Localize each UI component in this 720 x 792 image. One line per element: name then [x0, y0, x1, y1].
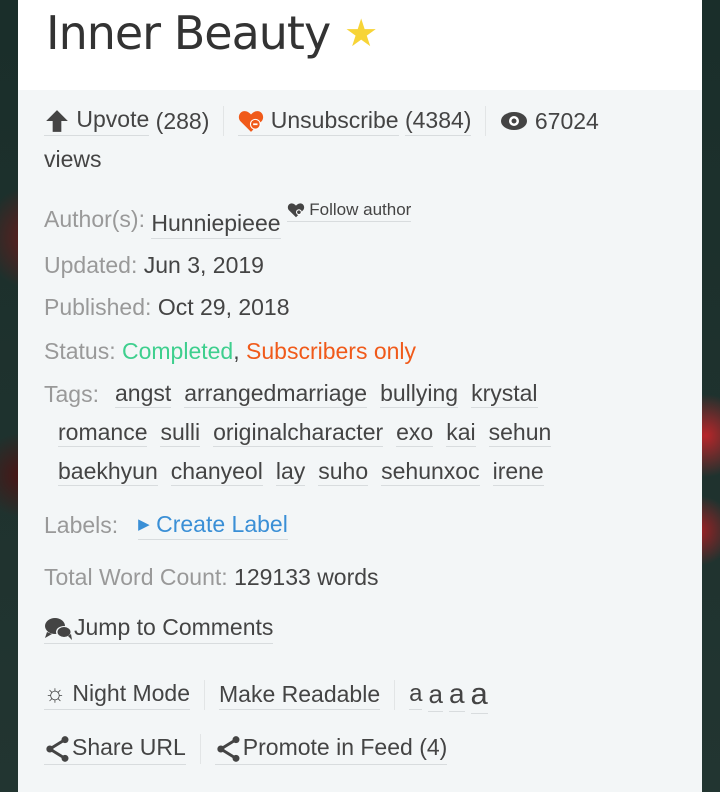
author-label: Author(s):	[44, 206, 145, 232]
title-text: Inner Beauty	[46, 6, 331, 60]
tag[interactable]: sehunxoc	[381, 458, 480, 486]
published-date: Oct 29, 2018	[157, 294, 290, 320]
upvote-count: (288)	[155, 107, 210, 134]
font-size-3[interactable]: a	[448, 678, 465, 712]
tag[interactable]: sehun	[488, 419, 552, 447]
subscriber-count[interactable]: (4384)	[404, 107, 472, 136]
share-icon	[46, 736, 69, 762]
comments-icon	[45, 617, 72, 640]
published-label: Published:	[44, 294, 152, 320]
promote-in-feed-button[interactable]: Promote in Feed (4)	[214, 734, 448, 765]
tag[interactable]: angst	[114, 380, 172, 408]
views-label: views	[44, 146, 102, 172]
author-link[interactable]: Hunniepieee	[151, 210, 281, 239]
follow-author-button[interactable]: Follow author	[286, 200, 412, 222]
share-url-button[interactable]: Share URL	[44, 734, 186, 765]
tags-row-1: Tags: angst arrangedmarriage bullying kryst…	[44, 380, 551, 408]
arrow-up-icon	[46, 110, 68, 132]
tags-label: Tags:	[44, 380, 99, 407]
sun-icon: ☼	[44, 680, 66, 707]
tag[interactable]: kai	[446, 419, 476, 447]
font-size-2[interactable]: a	[428, 679, 443, 712]
caret-right-icon: ▶	[138, 516, 150, 533]
word-count-label: Total Word Count:	[44, 564, 228, 590]
tag[interactable]: krystal	[471, 380, 538, 408]
tag[interactable]: baekhyun	[58, 458, 158, 486]
font-size-4[interactable]: a	[470, 676, 488, 714]
status-subscribers-only: Subscribers only	[246, 338, 417, 364]
heart-minus-icon	[239, 111, 264, 133]
jump-to-comments-button[interactable]: Jump to Comments	[44, 614, 274, 644]
status-completed: Completed	[122, 338, 234, 364]
eye-icon	[501, 112, 528, 130]
tag[interactable]: irene	[492, 458, 544, 486]
stats-row: Upvote (288) Unsubscribe (4384) 67024	[44, 106, 599, 136]
tag[interactable]: sulli	[160, 419, 201, 447]
night-mode-button[interactable]: ☼ Night Mode	[44, 680, 191, 710]
tags-row-2: romance sulli originalcharacter exo kai sehun	[58, 419, 564, 447]
story-title: Inner Beauty ★	[46, 6, 378, 60]
view-count: 67024	[534, 107, 599, 134]
tag[interactable]: bullying	[380, 380, 459, 408]
tag[interactable]: suho	[318, 458, 369, 486]
tag[interactable]: romance	[58, 419, 148, 447]
tag[interactable]: exo	[396, 419, 434, 447]
tag[interactable]: lay	[275, 458, 306, 486]
heart-plus-icon	[287, 203, 304, 218]
author-row: Author(s): Hunniepieee Follow author	[44, 200, 412, 239]
unsubscribe-button[interactable]: Unsubscribe	[238, 107, 399, 136]
word-count: 129133 words	[234, 564, 379, 590]
upvote-button[interactable]: Upvote	[44, 106, 150, 136]
tag[interactable]: arrangedmarriage	[184, 380, 368, 408]
status-label: Status:	[44, 338, 116, 364]
make-readable-button[interactable]: Make Readable	[219, 681, 381, 710]
star-icon[interactable]: ★	[344, 11, 378, 55]
tag[interactable]: chanyeol	[170, 458, 263, 486]
labels-label: Labels:	[44, 512, 119, 538]
story-header: Inner Beauty ★	[18, 0, 702, 90]
font-size-1[interactable]: a	[409, 680, 423, 710]
tag[interactable]: originalcharacter	[213, 419, 384, 447]
tags-row-3: baekhyun chanyeol lay suho sehunxoc irene	[58, 458, 557, 486]
create-label-button[interactable]: ▶ Create Label	[138, 511, 288, 540]
share-icon	[217, 736, 240, 762]
story-info-card: Inner Beauty ★ Upvote (288) Unsubscribe (…	[18, 0, 702, 792]
updated-date: Jun 3, 2019	[143, 252, 264, 278]
updated-label: Updated:	[44, 252, 138, 278]
